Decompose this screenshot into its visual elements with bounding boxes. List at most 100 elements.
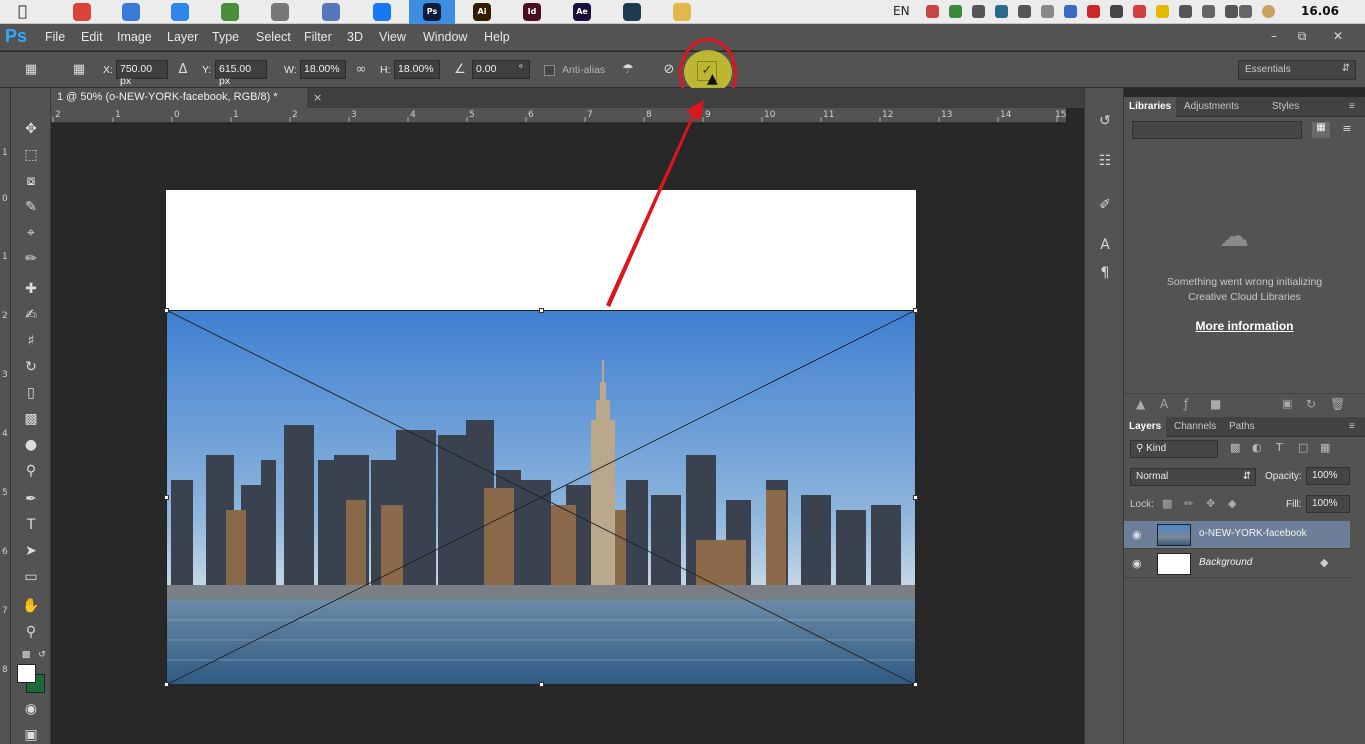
type-tool-icon[interactable]: T bbox=[20, 514, 42, 536]
path-select-tool-icon[interactable]: ➤ bbox=[20, 540, 42, 562]
panel-menu-icon[interactable]: ≡ bbox=[1344, 417, 1360, 437]
transform-handle-left[interactable] bbox=[164, 495, 169, 500]
y-field[interactable]: 615.00 px bbox=[215, 60, 267, 87]
filter-shape-icon[interactable]: □ bbox=[1298, 441, 1308, 454]
minimize-icon[interactable]: – bbox=[1262, 27, 1286, 45]
transform-handle-top[interactable] bbox=[539, 308, 544, 313]
close-icon[interactable]: ✕ bbox=[1326, 27, 1350, 45]
tray-icon[interactable] bbox=[949, 5, 962, 18]
eraser-tool-icon[interactable]: ▯ bbox=[20, 382, 42, 404]
menu-select[interactable]: Select bbox=[256, 30, 291, 44]
swap-colors-icon[interactable]: ↺ bbox=[31, 644, 53, 666]
warp-icon[interactable]: ☂ bbox=[619, 61, 637, 79]
add-text-style-icon[interactable]: A bbox=[1160, 397, 1168, 411]
transform-handle-top-left[interactable] bbox=[164, 308, 169, 313]
apple-icon[interactable]:  bbox=[18, 2, 27, 20]
link-icon[interactable]: ∞ bbox=[352, 61, 370, 79]
marquee-tool-icon[interactable]: ⬚ bbox=[20, 144, 42, 166]
antialias-checkbox[interactable] bbox=[544, 65, 555, 76]
workspace-select[interactable]: Essentials ⇵ bbox=[1238, 60, 1356, 80]
tray-icon[interactable] bbox=[995, 5, 1008, 18]
dodge-tool-icon[interactable]: ⚲ bbox=[20, 460, 42, 482]
menu-3d[interactable]: 3D bbox=[347, 30, 363, 44]
opacity-field[interactable]: 100% bbox=[1306, 467, 1350, 485]
lasso-tool-icon[interactable]: ⧇ bbox=[20, 170, 42, 192]
width-field[interactable]: 18.00% bbox=[300, 60, 346, 79]
panel-menu-icon[interactable]: ≡ bbox=[1344, 97, 1360, 117]
quick-select-tool-icon[interactable]: ✎ bbox=[20, 196, 42, 218]
brush-settings-icon[interactable]: ✐ bbox=[1094, 194, 1116, 216]
tab-libraries[interactable]: Libraries bbox=[1124, 97, 1177, 117]
grid-view-icon[interactable]: ▦ bbox=[1312, 122, 1330, 138]
crop-tool-icon[interactable]: ⌖ bbox=[20, 222, 42, 244]
eye-icon[interactable]: ◉ bbox=[1132, 528, 1142, 541]
filter-adjustment-icon[interactable]: ◐ bbox=[1252, 441, 1262, 454]
lock-position-icon[interactable]: ✥ bbox=[1206, 497, 1215, 510]
restore-icon[interactable]: ⧉ bbox=[1290, 27, 1314, 45]
transform-handle-right[interactable] bbox=[913, 495, 918, 500]
hand-tool-icon[interactable]: ✋ bbox=[20, 595, 42, 617]
trash-icon[interactable]: 🗑 bbox=[1330, 397, 1345, 411]
reference-point-icon[interactable]: ▦ bbox=[70, 61, 88, 79]
chrome-icon[interactable] bbox=[73, 3, 91, 21]
healing-brush-tool-icon[interactable]: ✚ bbox=[20, 278, 42, 300]
messenger-icon[interactable] bbox=[373, 3, 391, 21]
filter-smart-object-icon[interactable]: ▦ bbox=[1320, 441, 1330, 454]
sync-icon[interactable]: ↻ bbox=[1306, 397, 1316, 411]
tray-icon[interactable] bbox=[1041, 5, 1054, 18]
list-view-icon[interactable]: ≡ bbox=[1338, 122, 1356, 138]
layer-row[interactable]: ◉ Background ◆ bbox=[1124, 550, 1350, 578]
tray-icon[interactable] bbox=[1156, 5, 1169, 18]
height-field[interactable]: 18.00% bbox=[394, 60, 440, 79]
move-tool-icon[interactable]: ✥ bbox=[20, 118, 42, 140]
foreground-color-swatch[interactable] bbox=[17, 664, 36, 683]
menu-filter[interactable]: Filter bbox=[304, 30, 332, 44]
add-layer-style-icon[interactable]: ƒ bbox=[1184, 397, 1188, 411]
add-color-icon[interactable]: ■ bbox=[1210, 397, 1221, 411]
camera-icon[interactable] bbox=[271, 3, 289, 21]
volume-icon[interactable] bbox=[1239, 5, 1252, 18]
cancel-transform-icon[interactable]: ⊘ bbox=[660, 61, 678, 79]
close-icon[interactable]: × bbox=[313, 91, 322, 104]
layer-filter-select[interactable]: ⚲ Kind bbox=[1130, 440, 1218, 458]
blur-tool-icon[interactable]: ● bbox=[20, 434, 42, 456]
indesign-app-icon[interactable]: Id bbox=[523, 3, 541, 21]
illustrator-app-icon[interactable]: Ai bbox=[473, 3, 491, 21]
photoshop-app-icon[interactable]: Ps bbox=[423, 3, 441, 21]
gradient-tool-icon[interactable]: ▩ bbox=[20, 408, 42, 430]
rectangle-tool-icon[interactable]: ▭ bbox=[20, 566, 42, 588]
x-field[interactable]: 750.00 px bbox=[116, 60, 168, 87]
stock-icon[interactable]: ▣ bbox=[1282, 397, 1292, 410]
layer-name[interactable]: o-NEW-YORK-facebook bbox=[1199, 528, 1307, 539]
play-icon[interactable] bbox=[171, 3, 189, 21]
video-icon[interactable] bbox=[122, 3, 140, 21]
menu-help[interactable]: Help bbox=[484, 30, 510, 44]
filter-pixel-icon[interactable]: ▩ bbox=[1230, 441, 1240, 454]
move-transform-icon[interactable]: ▦ bbox=[22, 61, 40, 79]
language-indicator[interactable]: EN bbox=[893, 4, 910, 18]
lock-pixels-icon[interactable]: ✏ bbox=[1184, 497, 1193, 510]
history-icon[interactable]: ↺ bbox=[1094, 110, 1116, 132]
tray-icon[interactable] bbox=[1133, 5, 1146, 18]
tray-icon[interactable] bbox=[1087, 5, 1100, 18]
fill-field[interactable]: 100% bbox=[1306, 495, 1350, 513]
tab-paths[interactable]: Paths bbox=[1224, 417, 1260, 437]
screen-mode-icon[interactable]: ▣ bbox=[20, 724, 42, 744]
terminal-app-icon[interactable] bbox=[623, 3, 641, 21]
bluetooth-icon[interactable] bbox=[1202, 5, 1215, 18]
eye-icon[interactable]: ◉ bbox=[1132, 557, 1142, 570]
transform-handle-bottom-right[interactable] bbox=[913, 682, 918, 687]
filter-type-icon[interactable]: T bbox=[1276, 441, 1283, 454]
tab-layers[interactable]: Layers bbox=[1124, 417, 1167, 437]
transform-handle-bottom-left[interactable] bbox=[164, 682, 169, 687]
wifi-icon[interactable] bbox=[1225, 5, 1238, 18]
zoom-tool-icon[interactable]: ⚲ bbox=[20, 621, 42, 643]
tab-channels[interactable]: Channels bbox=[1169, 417, 1221, 437]
pen-tool-icon[interactable]: ✒ bbox=[20, 488, 42, 510]
tray-icon[interactable] bbox=[1110, 5, 1123, 18]
tab-adjustments[interactable]: Adjustments bbox=[1179, 97, 1244, 117]
lock-all-icon[interactable]: ◆ bbox=[1228, 497, 1236, 510]
menu-image[interactable]: Image bbox=[117, 30, 152, 44]
add-graphic-icon[interactable]: ▲ bbox=[1136, 397, 1145, 411]
aftereffects-app-icon[interactable]: Ae bbox=[573, 3, 591, 21]
